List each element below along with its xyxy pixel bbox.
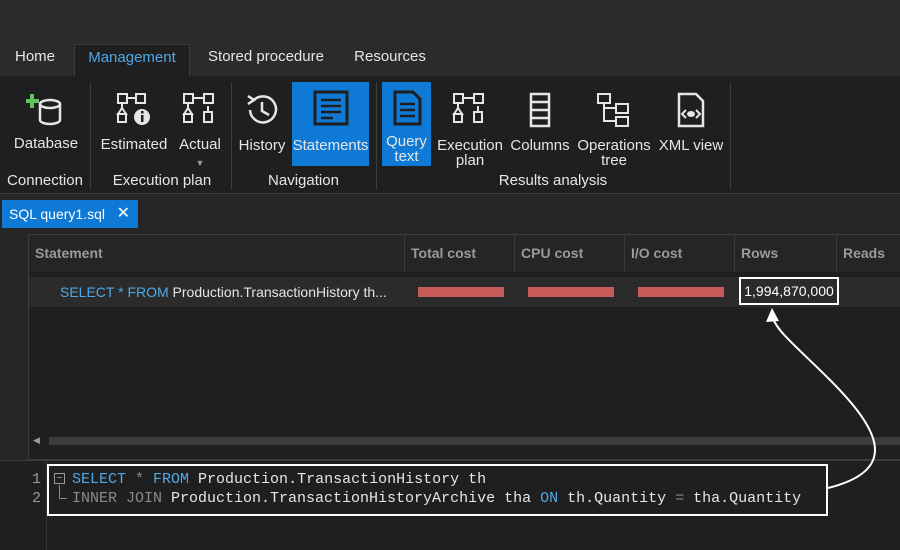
group-label-execution-plan: Execution plan [112,172,212,189]
close-icon[interactable]: ✕ [117,200,130,228]
statements-label: Statements [292,137,369,154]
history-button[interactable]: History [235,84,289,164]
document-tab-sql-query1[interactable]: SQL query1.sql ✕ [2,200,138,228]
group-label-navigation: Navigation [268,172,339,189]
database-label: Database [13,135,79,152]
column-header-total-cost[interactable]: Total cost [405,235,515,272]
line-number: 2 [32,490,42,507]
document-tab-label: SQL query1.sql [9,206,105,222]
sql-keyword: FROM [127,284,169,300]
query-text-label-1: Query [386,133,427,150]
query-text-button[interactable]: Query text [382,82,431,166]
scroll-left-icon[interactable]: ◀ [33,435,40,446]
chevron-down-icon[interactable]: ▼ [174,156,226,171]
operations-tree-icon [597,93,629,127]
operations-tree-label-2: tree [601,152,627,169]
xml-view-button[interactable]: XML view [656,84,726,164]
sql-editor[interactable]: 1 2 − SELECT * FROM Production.Transacti… [0,460,900,550]
tab-stored-procedure[interactable]: Stored procedure [198,44,334,76]
io-cost-bar [638,287,724,297]
query-text-icon [393,90,421,126]
column-header-statement[interactable]: Statement [29,235,405,272]
estimated-plan-icon [116,93,150,125]
line-number: 1 [32,471,42,488]
ribbon: Database Connection Estimated Actual ▼ E… [0,76,900,193]
history-label: History [238,137,286,154]
columns-label: Columns [510,137,570,154]
scrollbar-thumb[interactable] [49,437,900,445]
total-cost-bar [418,287,504,297]
statement-cell: SELECT * FROM Production.TransactionHist… [60,277,387,307]
tab-management[interactable]: Management [74,44,190,76]
group-separator [376,82,377,190]
history-icon [247,94,278,124]
xml-view-label: XML view [658,137,724,154]
database-button[interactable]: Database [6,84,86,164]
sql-star: * [114,284,128,300]
tab-resources[interactable]: Resources [346,44,434,76]
group-separator [90,82,91,190]
document-tab-strip: SQL query1.sql ✕ [0,193,900,228]
cpu-cost-bar [528,287,614,297]
execution-plan-label-1: Execution [437,137,503,154]
column-header-rows[interactable]: Rows [735,235,837,272]
actual-label: Actual [179,136,221,153]
execution-plan-icon [452,93,484,123]
execution-plan-label-2: plan [455,152,485,169]
execution-plan-button[interactable]: Execution plan [434,84,506,170]
table-row[interactable]: SELECT * FROM Production.TransactionHist… [29,277,900,307]
group-separator [730,82,731,190]
operations-tree-label-1: Operations [577,137,651,154]
actual-plan-icon [182,93,214,123]
query-text-label-2: text [394,148,419,165]
statements-grid: Statement Total cost CPU cost I/O cost R… [28,234,900,460]
statements-icon [313,90,348,126]
menu-tab-bar: Home Management Stored procedure Resourc… [0,0,900,76]
xml-view-icon [677,92,705,128]
columns-button[interactable]: Columns [508,84,572,164]
column-header-io-cost[interactable]: I/O cost [625,235,735,272]
statements-button[interactable]: Statements [292,82,369,166]
group-label-connection: Connection [7,172,83,189]
statements-grid-panel: Statement Total cost CPU cost I/O cost R… [0,228,900,460]
code-highlight-box [47,464,828,516]
sql-keyword: SELECT [60,284,115,300]
tab-home[interactable]: Home [4,44,66,76]
estimated-label: Estimated [100,136,168,153]
column-header-reads[interactable]: Reads [837,235,900,272]
operations-tree-button[interactable]: Operations tree [576,84,652,170]
actual-plan-button[interactable]: Actual ▼ [174,84,226,172]
group-label-results-analysis: Results analysis [498,172,608,189]
horizontal-scrollbar[interactable]: ◀ [29,435,900,447]
estimated-plan-button[interactable]: Estimated [96,84,172,164]
database-add-icon [26,94,62,126]
rows-cell: 1,994,870,000 [739,277,839,305]
statement-text: Production.TransactionHistory th... [168,284,387,300]
columns-icon [529,92,551,128]
column-header-cpu-cost[interactable]: CPU cost [515,235,625,272]
